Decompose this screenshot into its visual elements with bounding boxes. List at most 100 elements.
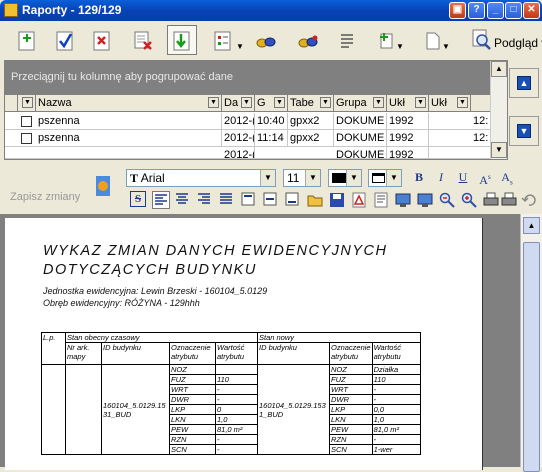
border-select[interactable]: ▼ [368, 169, 402, 187]
check-report-button[interactable] [50, 25, 80, 55]
chevron-down-icon[interactable]: ▼ [305, 170, 320, 186]
chevron-down-icon[interactable]: ▼ [22, 97, 33, 108]
attr-code: NOZ [329, 364, 373, 375]
add-report-button[interactable] [12, 25, 42, 55]
align-right-button[interactable] [196, 191, 214, 209]
old-building-id: 160104_5.0129.1531_BUD [101, 364, 170, 455]
chevron-down-icon[interactable]: ▼ [241, 97, 252, 108]
document-scrollbar[interactable]: ▲ [520, 214, 542, 472]
page-setup-button[interactable] [372, 191, 390, 209]
cell-nazwa: pszenna [36, 113, 222, 130]
delete-report-button[interactable] [87, 25, 117, 55]
add-icon [18, 31, 35, 51]
move-bottom-button[interactable]: ▼ [509, 116, 539, 146]
chevron-down-icon[interactable]: ▼ [346, 170, 361, 186]
save-changes-button[interactable]: Zapisz zmiany [10, 191, 80, 203]
table-row[interactable]: pszenna 2012-( 10:40 gpxx2 DOKUME 1992 1… [5, 113, 491, 130]
delete-all-button[interactable] [128, 25, 158, 55]
superscript-button[interactable]: As [476, 169, 494, 187]
scroll-thumb[interactable] [523, 242, 540, 472]
zoom-out-button[interactable] [438, 191, 456, 209]
check-icon [56, 31, 73, 51]
form-button[interactable] [332, 25, 362, 55]
underline-button[interactable]: U [454, 169, 472, 187]
maximize-button[interactable]: □ [505, 2, 522, 19]
pdf-button[interactable] [350, 191, 368, 209]
zoom-in-button[interactable] [460, 191, 478, 209]
italic-button[interactable]: I [432, 169, 450, 187]
row-checkbox[interactable] [21, 116, 32, 127]
chevron-down-icon[interactable]: ▼ [320, 97, 331, 108]
cell-tabela: gpxx2 [288, 130, 334, 147]
chevron-down-icon[interactable]: ▼ [457, 97, 468, 108]
chevron-down-icon[interactable]: ▼ [208, 97, 219, 108]
reports-grid: Przeciągnij tu kolumnę aby pogrupować da… [4, 60, 508, 160]
attr-code: PEW [329, 424, 373, 435]
column-header-tabela[interactable]: Tabe ▼ [288, 95, 334, 112]
save-button[interactable] [328, 191, 346, 209]
align-left-button[interactable] [152, 191, 170, 209]
column-header-grupa[interactable]: Grupa ▼ [334, 95, 387, 112]
print-button[interactable] [482, 191, 500, 209]
strike-icon: S [130, 191, 146, 207]
new-page-button[interactable]: ▼ [372, 25, 404, 55]
chevron-down-icon[interactable]: ▼ [373, 97, 384, 108]
view-button[interactable] [394, 191, 412, 209]
chevron-down-icon[interactable]: ▼ [386, 170, 401, 186]
check-column-header[interactable]: ▼ [18, 95, 36, 112]
table-row[interactable]: pszenna 2012-( 11:14 gpxx2 DOKUME 1992 1… [5, 130, 491, 147]
chevron-down-icon[interactable]: ▼ [274, 97, 285, 108]
scroll-down-button[interactable]: ▼ [491, 142, 507, 158]
subscript-button[interactable]: As [498, 169, 516, 187]
undo-button[interactable] [520, 191, 538, 209]
attr-code: LKP [169, 404, 216, 415]
page-button[interactable]: ▼ [418, 25, 450, 55]
page-plus-icon [380, 33, 393, 49]
cell-data: 2012-( [222, 113, 255, 130]
minimize-button[interactable]: _ [487, 2, 504, 19]
view-full-button[interactable] [416, 191, 434, 209]
valign-middle-button[interactable] [262, 191, 280, 209]
scroll-up-button[interactable]: ▲ [523, 217, 540, 234]
open-button[interactable] [306, 191, 324, 209]
valign-bottom-button[interactable] [284, 191, 302, 209]
attr-value: - [215, 444, 258, 455]
export-button[interactable] [167, 25, 197, 55]
help-button[interactable]: ? [468, 2, 485, 19]
font-size-select[interactable]: 11 ▼ [283, 169, 321, 187]
attr-value: 1,0 [215, 414, 258, 425]
font-family-select[interactable]: T Arial ▼ [126, 169, 276, 187]
align-center-button[interactable] [174, 191, 192, 209]
chevron-down-icon[interactable]: ▼ [415, 97, 426, 108]
column-header-uklad1[interactable]: Ukł ▼ [387, 95, 429, 112]
column-header-godzina[interactable]: G ▼ [255, 95, 288, 112]
row-checkbox[interactable] [21, 133, 32, 144]
building-id-header: ID budynku [101, 342, 170, 365]
strikethrough-button[interactable]: S [130, 191, 148, 209]
move-top-button[interactable]: ▲ [509, 68, 539, 98]
font-color-select[interactable]: ▼ [328, 169, 362, 187]
attr-code: DWR [329, 394, 373, 405]
report-list-button[interactable]: ▼ [208, 25, 244, 55]
column-header-extra[interactable] [471, 95, 491, 112]
link-button[interactable] [250, 25, 280, 55]
column-header-uklad2[interactable]: Ukł ▼ [429, 95, 471, 112]
special-icon[interactable]: ▣ [449, 2, 466, 19]
close-button[interactable]: ✕ [523, 2, 540, 19]
grid-scrollbar[interactable]: ▲ ▼ [490, 61, 507, 159]
document-viewport[interactable]: WYKAZ ZMIAN DANYCH EWIDENCYJNYCH DOTYCZĄ… [0, 214, 542, 472]
chevron-down-icon[interactable]: ▼ [260, 170, 275, 186]
group-by-area[interactable]: Przeciągnij tu kolumnę aby pogrupować da… [5, 61, 491, 95]
preview-button[interactable]: Podgląd w [494, 36, 542, 50]
link-edit-button[interactable] [292, 25, 322, 55]
column-header-nazwa[interactable]: Nazwa ▼ [36, 95, 222, 112]
brush-icon[interactable] [92, 174, 114, 200]
column-header-data[interactable]: Da ▼ [222, 95, 255, 112]
table-row[interactable]: 2012-( DOKUME 1992 [5, 147, 491, 159]
scroll-up-button[interactable]: ▲ [491, 61, 507, 77]
delete-list-icon [134, 31, 152, 50]
print-setup-button[interactable] [500, 191, 518, 209]
justify-button[interactable] [218, 191, 236, 209]
bold-button[interactable]: B [410, 169, 428, 187]
valign-top-button[interactable] [240, 191, 258, 209]
